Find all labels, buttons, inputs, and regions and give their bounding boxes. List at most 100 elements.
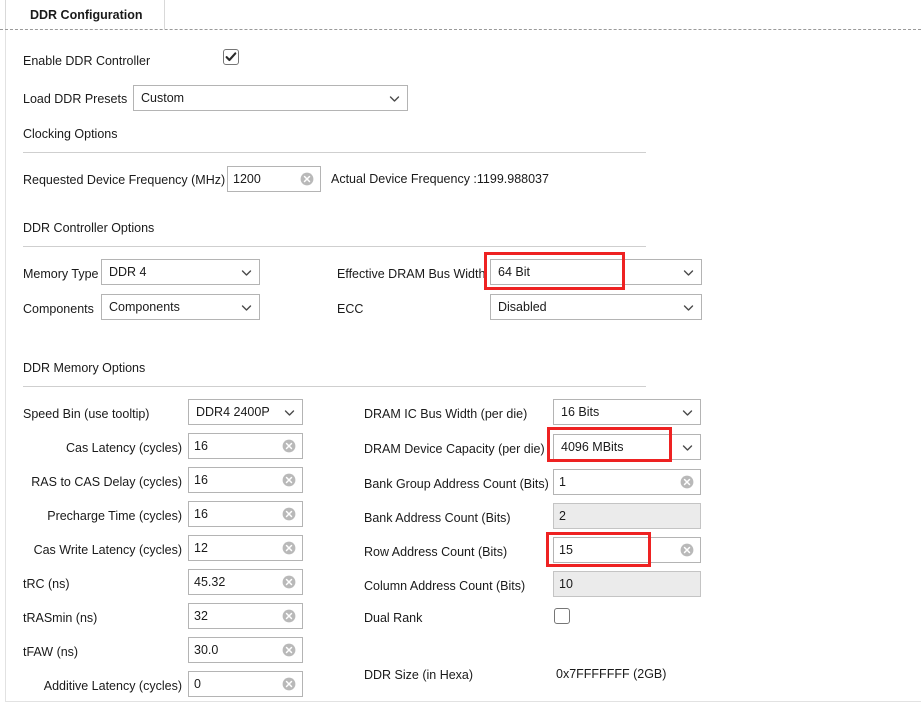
bank-group-address-count-field[interactable]: 1: [553, 469, 701, 495]
components-label: Components: [23, 301, 94, 317]
panel-bottom-fill: [0, 702, 921, 712]
cas-write-latency-value: 12: [194, 541, 282, 555]
speed-bin-label: Speed Bin (use tooltip): [23, 406, 149, 422]
effective-dram-bus-width-value: 64 Bit: [498, 265, 682, 279]
chevron-down-icon: [682, 266, 695, 279]
column-address-count-value: 10: [559, 577, 696, 591]
trasmin-value: 32: [194, 609, 282, 623]
dram-ic-bus-width-value: 16 Bits: [561, 405, 681, 419]
actual-device-frequency-text: Actual Device Frequency :1199.988037: [331, 172, 549, 186]
tab-label: DDR Configuration: [30, 8, 142, 22]
column-address-count-label: Column Address Count (Bits): [364, 578, 525, 594]
dram-device-capacity-combo[interactable]: 4096 MBits: [553, 434, 701, 460]
clear-icon[interactable]: [282, 575, 296, 589]
requested-device-frequency-field[interactable]: 1200: [227, 166, 321, 192]
ecc-value: Disabled: [498, 300, 682, 314]
clear-icon[interactable]: [282, 677, 296, 691]
chevron-down-icon: [240, 301, 253, 314]
trc-label: tRC (ns): [23, 576, 70, 592]
dram-device-capacity-value: 4096 MBits: [561, 440, 681, 454]
cas-write-latency-label: Cas Write Latency (cycles): [23, 542, 182, 558]
bank-address-count-value: 2: [559, 509, 696, 523]
load-ddr-presets-value: Custom: [141, 91, 388, 105]
checkmark-icon: [224, 50, 238, 64]
chevron-down-icon: [682, 301, 695, 314]
clear-icon[interactable]: [282, 473, 296, 487]
cas-write-latency-field[interactable]: 12: [188, 535, 303, 561]
clocking-options-section-title: Clocking Options: [23, 127, 118, 141]
chevron-down-icon: [283, 406, 296, 419]
tfaw-label: tFAW (ns): [23, 644, 78, 660]
additive-latency-label: Additive Latency (cycles): [23, 678, 182, 694]
trasmin-label: tRASmin (ns): [23, 610, 97, 626]
ras-to-cas-delay-label: RAS to CAS Delay (cycles): [23, 474, 182, 490]
enable-ddr-controller-checkbox[interactable]: [223, 49, 239, 65]
ddr-memory-options-rule: [23, 386, 646, 387]
bank-group-address-count-value: 1: [559, 475, 680, 489]
clear-icon[interactable]: [282, 507, 296, 521]
dram-ic-bus-width-label: DRAM IC Bus Width (per die): [364, 406, 527, 422]
clocking-options-rule: [23, 152, 646, 153]
load-ddr-presets-combo[interactable]: Custom: [133, 85, 408, 111]
requested-device-frequency-label: Requested Device Frequency (MHz): [23, 172, 225, 188]
clear-icon[interactable]: [282, 541, 296, 555]
clear-icon[interactable]: [680, 543, 694, 557]
memory-type-label: Memory Type: [23, 266, 99, 282]
dram-device-capacity-label: DRAM Device Capacity (per die): [364, 441, 545, 457]
cas-latency-label: Cas Latency (cycles): [23, 440, 182, 456]
clear-icon[interactable]: [282, 439, 296, 453]
chevron-down-icon: [681, 441, 694, 454]
tab-ddr-configuration[interactable]: DDR Configuration: [5, 0, 165, 29]
speed-bin-value: DDR4 2400P: [196, 405, 283, 419]
enable-ddr-controller-label: Enable DDR Controller: [23, 53, 150, 69]
trc-field[interactable]: 45.32: [188, 569, 303, 595]
precharge-time-field[interactable]: 16: [188, 501, 303, 527]
row-address-count-field[interactable]: 15: [553, 537, 701, 563]
components-value: Components: [109, 300, 240, 314]
ddr-memory-options-section-title: DDR Memory Options: [23, 361, 145, 375]
effective-dram-bus-width-combo[interactable]: 64 Bit: [490, 259, 702, 285]
ras-to-cas-delay-field[interactable]: 16: [188, 467, 303, 493]
additive-latency-field[interactable]: 0: [188, 671, 303, 697]
components-combo[interactable]: Components: [101, 294, 260, 320]
ddr-size-label: DDR Size (in Hexa): [364, 667, 473, 683]
row-address-count-value: 15: [559, 543, 680, 557]
tfaw-value: 30.0: [194, 643, 282, 657]
bank-group-address-count-label: Bank Group Address Count (Bits): [364, 476, 549, 492]
ecc-combo[interactable]: Disabled: [490, 294, 702, 320]
requested-device-frequency-value: 1200: [233, 172, 300, 186]
clear-icon[interactable]: [300, 172, 314, 186]
tabstrip: DDR Configuration: [0, 0, 921, 30]
clear-icon[interactable]: [282, 609, 296, 623]
clear-icon[interactable]: [282, 643, 296, 657]
dram-ic-bus-width-combo[interactable]: 16 Bits: [553, 399, 701, 425]
bank-address-count-label: Bank Address Count (Bits): [364, 510, 511, 526]
ecc-label: ECC: [337, 301, 363, 317]
row-address-count-label: Row Address Count (Bits): [364, 544, 507, 560]
additive-latency-value: 0: [194, 677, 282, 691]
ras-to-cas-delay-value: 16: [194, 473, 282, 487]
chevron-down-icon: [681, 406, 694, 419]
dual-rank-label: Dual Rank: [364, 610, 422, 626]
cas-latency-field[interactable]: 16: [188, 433, 303, 459]
chevron-down-icon: [388, 92, 401, 105]
speed-bin-combo[interactable]: DDR4 2400P: [188, 399, 303, 425]
bank-address-count-field: 2: [553, 503, 701, 529]
ddr-controller-options-section-title: DDR Controller Options: [23, 221, 154, 235]
trasmin-field[interactable]: 32: [188, 603, 303, 629]
memory-type-value: DDR 4: [109, 265, 240, 279]
precharge-time-label: Precharge Time (cycles): [23, 508, 182, 524]
trc-value: 45.32: [194, 575, 282, 589]
ddr-controller-options-rule: [23, 246, 646, 247]
ddr-configuration-panel: DDR Configuration Enable DDR Controller …: [0, 0, 921, 712]
effective-dram-bus-width-label: Effective DRAM Bus Width: [337, 266, 485, 282]
column-address-count-field: 10: [553, 571, 701, 597]
dual-rank-checkbox[interactable]: [554, 608, 570, 624]
ddr-size-value: 0x7FFFFFFF (2GB): [556, 667, 666, 681]
memory-type-combo[interactable]: DDR 4: [101, 259, 260, 285]
clear-icon[interactable]: [680, 475, 694, 489]
cas-latency-value: 16: [194, 439, 282, 453]
precharge-time-value: 16: [194, 507, 282, 521]
tfaw-field[interactable]: 30.0: [188, 637, 303, 663]
chevron-down-icon: [240, 266, 253, 279]
